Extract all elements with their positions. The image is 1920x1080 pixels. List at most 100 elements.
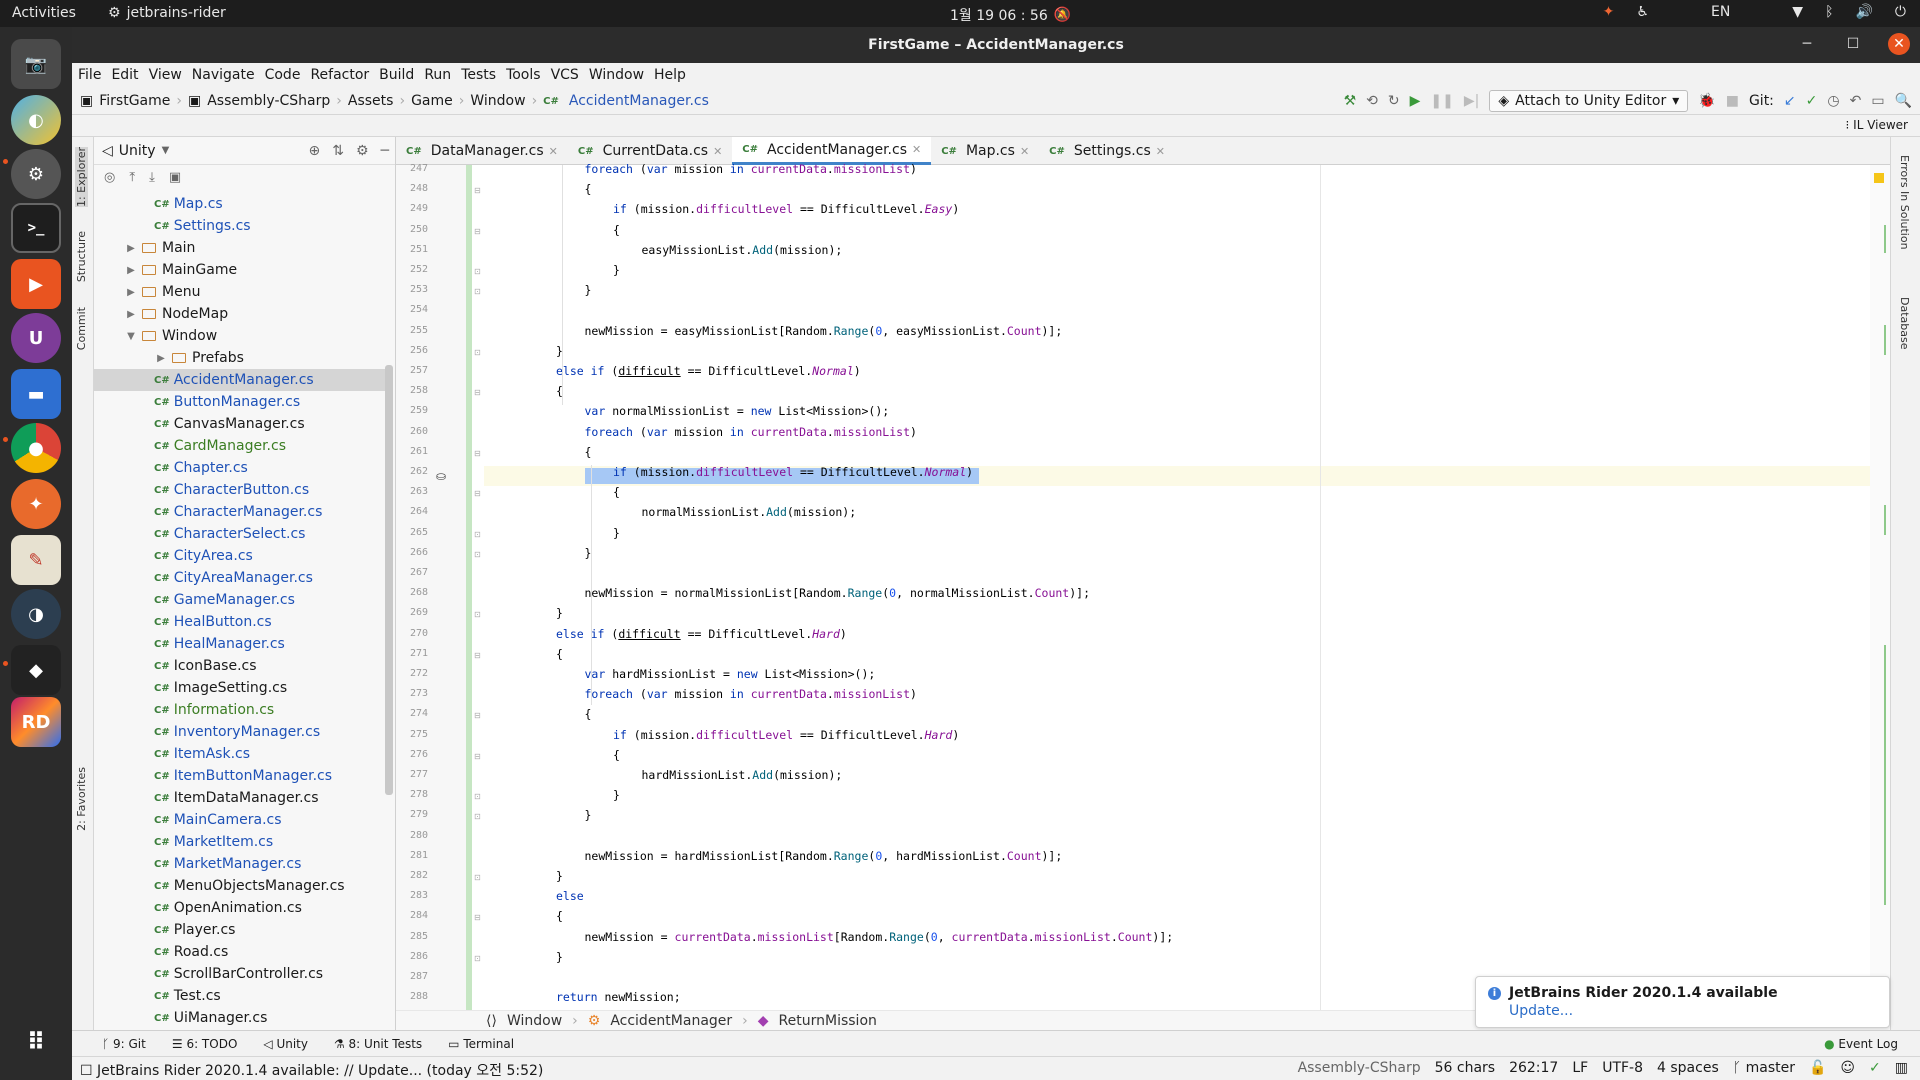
fold-marker-icon[interactable]: ⊟ xyxy=(474,651,481,660)
chevron-right-icon[interactable]: ▶ xyxy=(124,265,138,276)
menu-refactor[interactable]: Refactor xyxy=(310,67,369,83)
explorer-view-select[interactable]: Unity xyxy=(119,143,156,159)
database-button[interactable]: Database xyxy=(1898,297,1911,350)
memory-icon[interactable]: ▥ xyxy=(1895,1060,1908,1076)
krita-icon[interactable]: ◑ xyxy=(11,589,61,639)
menu-edit[interactable]: Edit xyxy=(111,67,138,83)
editor-crumb-class[interactable]: AccidentManager xyxy=(610,1013,732,1029)
code-line[interactable]: var normalMissionList = new List<Mission… xyxy=(585,401,890,421)
git-history-icon[interactable]: ◷ xyxy=(1827,93,1839,109)
status-message[interactable]: ☐ JetBrains Rider 2020.1.4 available: //… xyxy=(80,1060,543,1080)
code-line[interactable]: { xyxy=(585,442,592,462)
tree-file[interactable]: C# CityArea.cs xyxy=(94,545,386,567)
fold-marker-icon[interactable]: ⊟ xyxy=(474,186,481,195)
editor-tab[interactable]: C# Map.cs ✕ xyxy=(931,137,1039,165)
code-line[interactable]: } xyxy=(585,805,592,825)
code-line[interactable]: else if (difficult == DifficultLevel.Nor… xyxy=(556,361,861,381)
tree-file[interactable]: C# ScrollBarController.cs xyxy=(94,963,386,985)
status-ok-icon[interactable]: ✓ xyxy=(1869,1060,1881,1076)
crumb-window[interactable]: Window xyxy=(470,93,525,109)
fold-marker-icon[interactable]: ⊟ xyxy=(474,449,481,458)
tree-file[interactable]: C# MarketManager.cs xyxy=(94,853,386,875)
git-update-icon[interactable]: ↙ xyxy=(1784,93,1796,109)
explorer-tool-button[interactable]: 1: Explorer xyxy=(75,147,88,208)
change-marker[interactable] xyxy=(1884,505,1886,535)
crumb-project[interactable]: Assembly-CSharp xyxy=(207,93,330,109)
bluetooth-icon[interactable]: ᛒ xyxy=(1825,4,1833,20)
rebuild-icon[interactable]: ⟲ xyxy=(1366,93,1378,109)
code-line[interactable]: normalMissionList.Add(mission); xyxy=(642,502,857,522)
errors-in-solution-button[interactable]: Errors In Solution xyxy=(1898,155,1911,250)
settings-gear-icon[interactable]: ⚙ xyxy=(356,143,369,159)
tree-file[interactable]: C# Road.cs xyxy=(94,941,386,963)
paint-icon[interactable]: ✎ xyxy=(11,535,61,585)
fold-marker-icon[interactable]: ⊡ xyxy=(474,550,481,559)
git-commit-icon[interactable]: ✓ xyxy=(1806,93,1818,109)
menu-tests[interactable]: Tests xyxy=(461,67,496,83)
terminal-icon[interactable]: >_ xyxy=(11,203,61,253)
code-line[interactable]: newMission = normalMissionList[Random.Ra… xyxy=(585,583,1091,603)
change-marker[interactable] xyxy=(1884,735,1886,795)
volume-icon[interactable]: 🔊 xyxy=(1855,4,1872,20)
menu-tools[interactable]: Tools xyxy=(506,67,541,83)
terminal-tool-button[interactable]: ▭ Terminal xyxy=(448,1037,514,1051)
tree-file[interactable]: C# Information.cs xyxy=(94,699,386,721)
fold-marker-icon[interactable]: ⊟ xyxy=(474,227,481,236)
code-line[interactable]: { xyxy=(556,644,563,664)
crumb-file[interactable]: AccidentManager.cs xyxy=(569,93,709,109)
chevron-right-icon[interactable]: ▶ xyxy=(154,353,168,364)
menu-navigate[interactable]: Navigate xyxy=(192,67,255,83)
collapse-icon[interactable]: ⤓ xyxy=(149,170,155,185)
tree-file[interactable]: C# InventoryManager.cs xyxy=(94,721,386,743)
menu-vcs[interactable]: VCS xyxy=(551,67,579,83)
app-menu[interactable]: ⚙ jetbrains-rider xyxy=(108,5,226,21)
tree-file[interactable]: C# ImageSetting.cs xyxy=(94,677,386,699)
tree-file[interactable]: C# OpenAnimation.cs xyxy=(94,897,386,919)
tree-file[interactable]: C# Map.cs xyxy=(94,193,386,215)
menu-file[interactable]: File xyxy=(78,67,101,83)
power-icon[interactable]: ⏻ xyxy=(1895,4,1906,20)
preview-icon[interactable]: ▣ xyxy=(169,170,181,185)
fold-marker-icon[interactable]: ⊟ xyxy=(474,489,481,498)
inspection-icon[interactable]: ☺ xyxy=(1840,1060,1855,1076)
tree-file[interactable]: C# CityAreaManager.cs xyxy=(94,567,386,589)
crumb-assets[interactable]: Assets xyxy=(348,93,394,109)
code-line[interactable]: newMission = hardMissionList[Random.Rang… xyxy=(585,846,1063,866)
code-line[interactable]: } xyxy=(556,947,563,967)
code-line[interactable]: easyMissionList.Add(mission); xyxy=(642,240,843,260)
crumb-game[interactable]: Game xyxy=(411,93,453,109)
code-line[interactable]: } xyxy=(613,785,620,805)
commit-tool-button[interactable]: Commit xyxy=(75,307,88,350)
change-marker[interactable] xyxy=(1884,325,1886,355)
code-line[interactable]: } xyxy=(585,280,592,300)
wifi-icon[interactable]: ▼ xyxy=(1792,4,1803,20)
crumb-solution[interactable]: FirstGame xyxy=(99,93,170,109)
code-line[interactable]: if (mission.difficultLevel == DifficultL… xyxy=(613,199,959,219)
gitkraken-icon[interactable]: ✦ xyxy=(11,479,61,529)
rider-icon[interactable]: RD xyxy=(11,697,61,747)
chevron-right-icon[interactable]: ▶ xyxy=(124,243,138,254)
tree-file[interactable]: C# GameManager.cs xyxy=(94,589,386,611)
collapse-all-icon[interactable]: ⇅ xyxy=(332,143,344,159)
close-tab-icon[interactable]: ✕ xyxy=(713,145,722,158)
umlet-icon[interactable]: U xyxy=(11,313,61,363)
fold-marker-icon[interactable]: ⊡ xyxy=(474,530,481,539)
menu-run[interactable]: Run xyxy=(424,67,451,83)
code-line[interactable]: { xyxy=(613,745,620,765)
code-line[interactable]: foreach (var mission in currentData.miss… xyxy=(585,684,917,704)
status-caret-position[interactable]: 262:17 xyxy=(1509,1060,1558,1076)
menu-window[interactable]: Window xyxy=(589,67,644,83)
menu-help[interactable]: Help xyxy=(654,67,686,83)
debug-bug-icon[interactable]: 🐞 xyxy=(1698,93,1715,109)
git-tool-button[interactable]: ᚴ 9: Git xyxy=(102,1037,146,1051)
code-line[interactable]: else if (difficult == DifficultLevel.Har… xyxy=(556,624,847,644)
chevron-down-icon[interactable]: ▼ xyxy=(124,331,138,342)
menu-build[interactable]: Build xyxy=(379,67,414,83)
code-line[interactable]: { xyxy=(585,179,592,199)
fold-marker-icon[interactable]: ⊡ xyxy=(474,792,481,801)
code-line[interactable]: } xyxy=(556,866,563,886)
fold-marker-icon[interactable]: ⊟ xyxy=(474,388,481,397)
search-icon[interactable]: 🔍 xyxy=(1895,93,1912,109)
fold-marker-icon[interactable]: ⊡ xyxy=(474,267,481,276)
status-indent[interactable]: 4 spaces xyxy=(1657,1060,1719,1076)
